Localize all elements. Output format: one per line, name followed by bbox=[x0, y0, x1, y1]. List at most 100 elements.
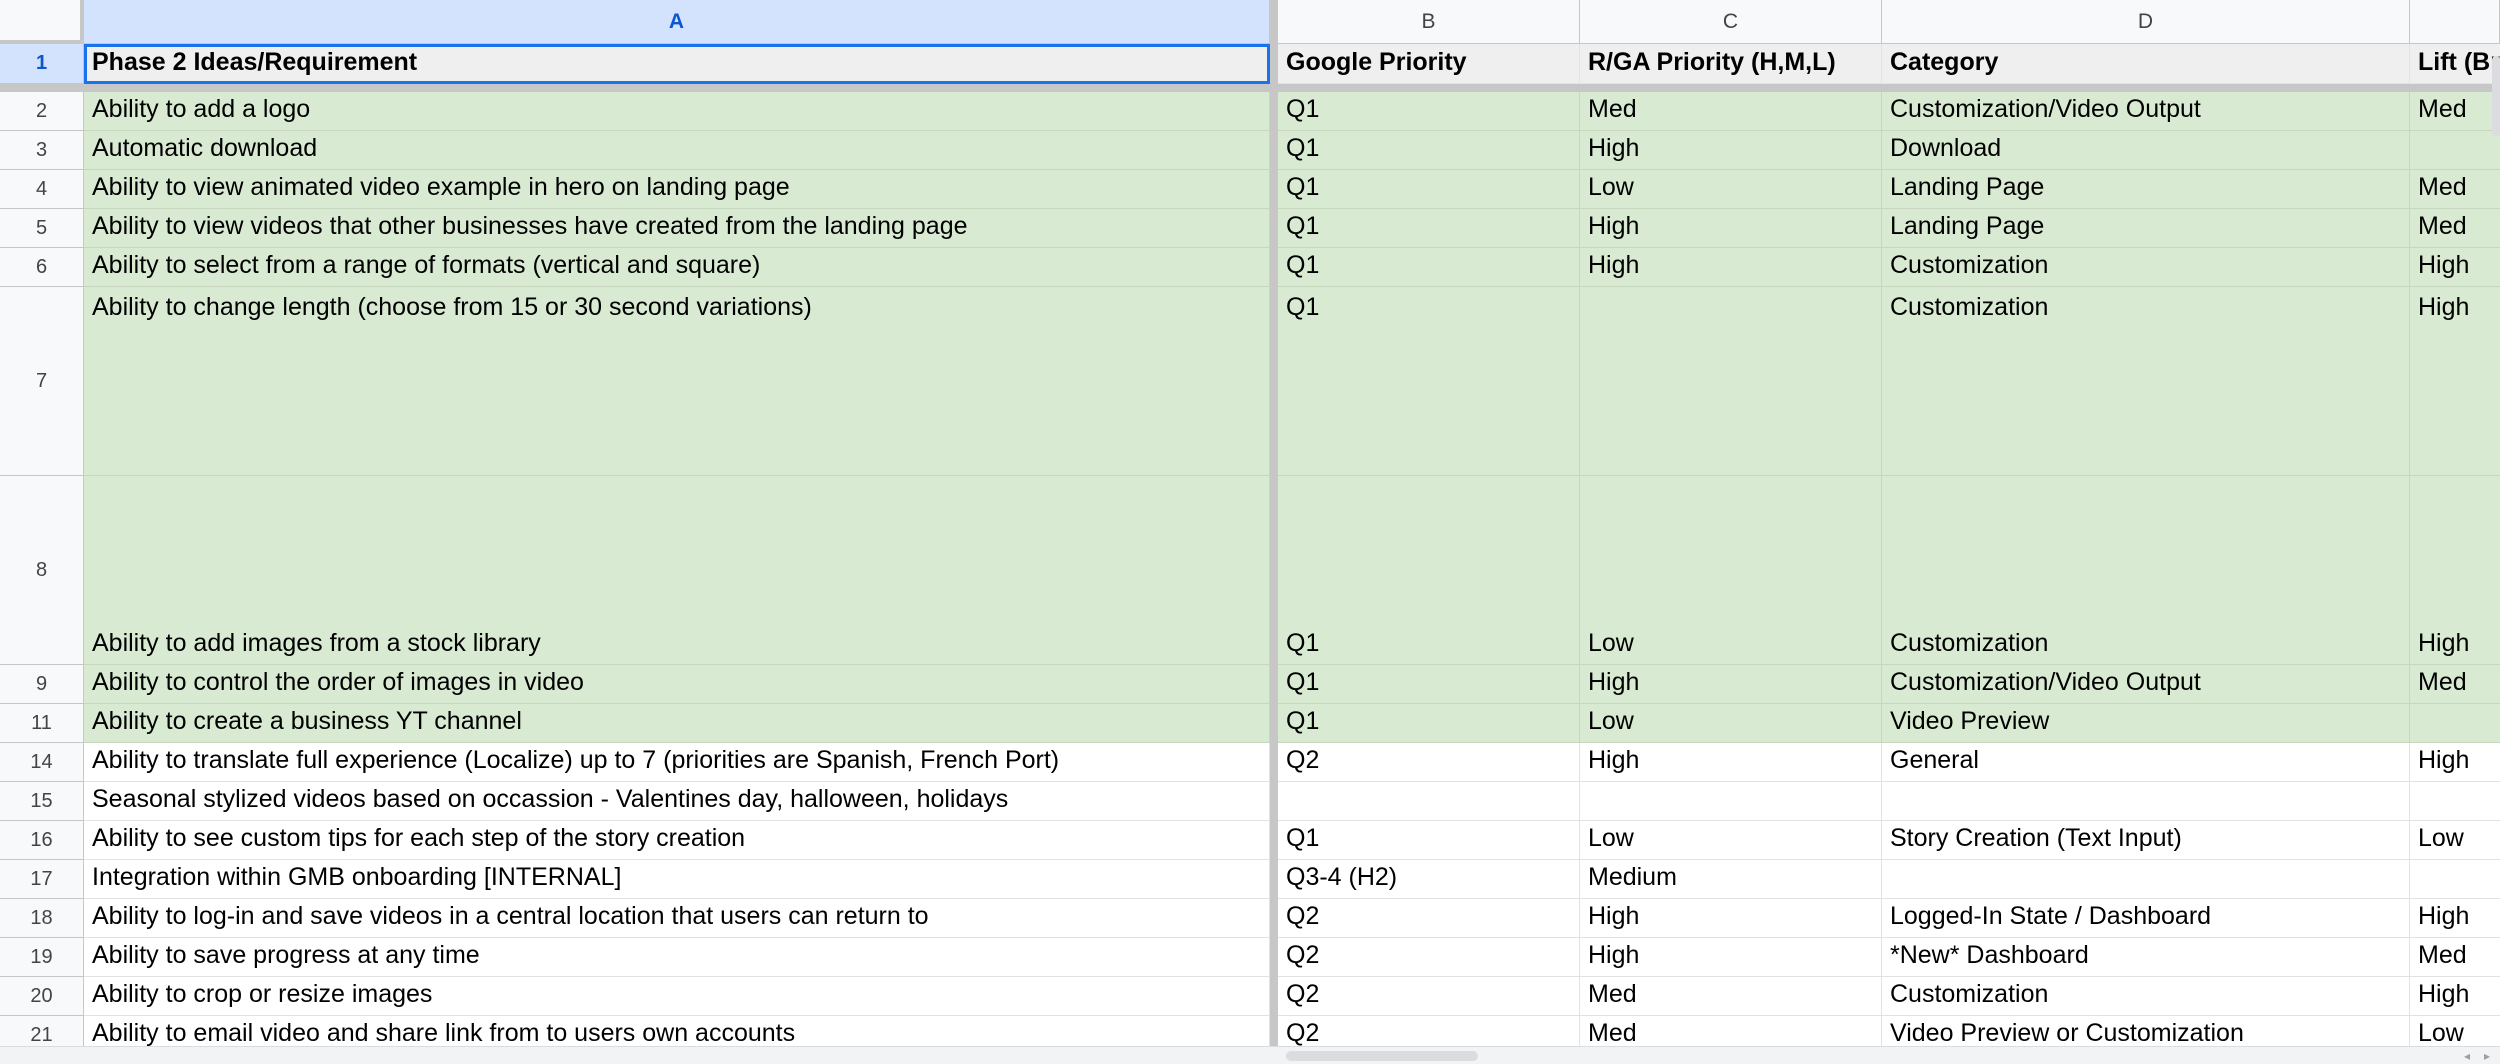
cell-category[interactable]: Customization/Video Output bbox=[1882, 92, 2410, 131]
cell-requirement[interactable]: Automatic download bbox=[84, 131, 1270, 170]
row-header-19[interactable]: 19 bbox=[0, 938, 84, 977]
cell-google-priority[interactable]: Q1 bbox=[1278, 170, 1580, 209]
cell-requirement[interactable]: Ability to select from a range of format… bbox=[84, 248, 1270, 287]
cell-category[interactable]: Customization bbox=[1882, 248, 2410, 287]
column-header-b[interactable]: B bbox=[1278, 0, 1580, 44]
cell-google-priority[interactable]: Q1 bbox=[1278, 92, 1580, 131]
row-header-14[interactable]: 14 bbox=[0, 743, 84, 782]
row-header-2[interactable]: 2 bbox=[0, 92, 84, 131]
cell-lift[interactable]: High bbox=[2410, 248, 2500, 287]
cell-lift[interactable] bbox=[2410, 782, 2500, 821]
cell-google-priority[interactable]: Q1 bbox=[1278, 704, 1580, 743]
cell-requirement[interactable]: Seasonal stylized videos based on occass… bbox=[84, 782, 1270, 821]
cell-rga-priority[interactable]: High bbox=[1580, 248, 1882, 287]
cell-google-priority[interactable]: Q1 bbox=[1278, 248, 1580, 287]
cell-category[interactable]: Video Preview bbox=[1882, 704, 2410, 743]
cell-rga-priority[interactable]: Med bbox=[1580, 977, 1882, 1016]
cell-google-priority[interactable]: Q2 bbox=[1278, 938, 1580, 977]
cell-google-priority[interactable]: Q1 bbox=[1278, 665, 1580, 704]
cell-lift[interactable]: Med bbox=[2410, 170, 2500, 209]
row-header-11[interactable]: 11 bbox=[0, 704, 84, 743]
row-header-5[interactable]: 5 bbox=[0, 209, 84, 248]
cell-google-priority[interactable]: Q1 bbox=[1278, 287, 1580, 476]
column-header-e[interactable] bbox=[2410, 0, 2500, 44]
cell-rga-priority[interactable]: High bbox=[1580, 899, 1882, 938]
horizontal-scrollbar[interactable]: ◂ ▸ bbox=[0, 1046, 2500, 1064]
cell-rga-priority[interactable]: High bbox=[1580, 131, 1882, 170]
scroll-right-icon[interactable]: ▸ bbox=[2478, 1047, 2496, 1064]
cell-requirement[interactable]: Ability to save progress at any time bbox=[84, 938, 1270, 977]
cell-rga-priority[interactable] bbox=[1580, 782, 1882, 821]
cell-lift[interactable]: High bbox=[2410, 476, 2500, 665]
cell-category[interactable]: Logged-In State / Dashboard bbox=[1882, 899, 2410, 938]
row-header-20[interactable]: 20 bbox=[0, 977, 84, 1016]
cell-requirement[interactable]: Ability to view videos that other busine… bbox=[84, 209, 1270, 248]
header-cell-rga-priority[interactable]: R/GA Priority (H,M,L) bbox=[1580, 44, 1882, 84]
scroll-left-icon[interactable]: ◂ bbox=[2458, 1047, 2476, 1064]
select-all-corner[interactable] bbox=[0, 0, 84, 44]
cell-google-priority[interactable] bbox=[1278, 782, 1580, 821]
row-header-16[interactable]: 16 bbox=[0, 821, 84, 860]
row-header-4[interactable]: 4 bbox=[0, 170, 84, 209]
cell-lift[interactable] bbox=[2410, 860, 2500, 899]
cell-lift[interactable]: Med bbox=[2410, 209, 2500, 248]
cell-category[interactable]: Download bbox=[1882, 131, 2410, 170]
cell-requirement[interactable]: Ability to log-in and save videos in a c… bbox=[84, 899, 1270, 938]
row-header-1[interactable]: 1 bbox=[0, 44, 84, 84]
cell-category[interactable]: Customization bbox=[1882, 977, 2410, 1016]
cell-rga-priority[interactable]: High bbox=[1580, 665, 1882, 704]
cell-lift[interactable] bbox=[2410, 704, 2500, 743]
row-header-17[interactable]: 17 bbox=[0, 860, 84, 899]
row-header-15[interactable]: 15 bbox=[0, 782, 84, 821]
cell-requirement[interactable]: Ability to change length (choose from 15… bbox=[84, 287, 1270, 476]
cell-google-priority[interactable]: Q1 bbox=[1278, 821, 1580, 860]
cell-lift[interactable]: High bbox=[2410, 899, 2500, 938]
cell-google-priority[interactable]: Q1 bbox=[1278, 476, 1580, 665]
row-header-9[interactable]: 9 bbox=[0, 665, 84, 704]
cell-rga-priority[interactable]: Medium bbox=[1580, 860, 1882, 899]
cell-google-priority[interactable]: Q3-4 (H2) bbox=[1278, 860, 1580, 899]
cell-category[interactable] bbox=[1882, 782, 2410, 821]
cell-lift[interactable] bbox=[2410, 131, 2500, 170]
cell-google-priority[interactable]: Q2 bbox=[1278, 977, 1580, 1016]
cell-category[interactable]: Customization bbox=[1882, 287, 2410, 476]
cell-category[interactable]: Customization bbox=[1882, 476, 2410, 665]
cell-google-priority[interactable]: Q1 bbox=[1278, 209, 1580, 248]
cell-category[interactable]: Landing Page bbox=[1882, 209, 2410, 248]
row-header-8[interactable]: 8 bbox=[0, 476, 84, 665]
cell-rga-priority[interactable]: Low bbox=[1580, 821, 1882, 860]
cell-requirement[interactable]: Ability to see custom tips for each step… bbox=[84, 821, 1270, 860]
frozen-row-divider[interactable] bbox=[0, 84, 2500, 92]
cell-category[interactable] bbox=[1882, 860, 2410, 899]
cell-rga-priority[interactable]: High bbox=[1580, 938, 1882, 977]
cell-rga-priority[interactable]: Low bbox=[1580, 704, 1882, 743]
column-header-a[interactable]: A bbox=[84, 0, 1270, 44]
cell-requirement[interactable]: Integration within GMB onboarding [INTER… bbox=[84, 860, 1270, 899]
cell-lift[interactable]: Med bbox=[2410, 938, 2500, 977]
cell-requirement[interactable]: Ability to add images from a stock libra… bbox=[84, 476, 1270, 665]
horizontal-scrollbar-thumb[interactable] bbox=[1286, 1051, 1478, 1061]
frozen-column-divider[interactable] bbox=[1270, 0, 1278, 1046]
row-header-6[interactable]: 6 bbox=[0, 248, 84, 287]
cell-rga-priority[interactable] bbox=[1580, 287, 1882, 476]
cell-google-priority[interactable]: Q1 bbox=[1278, 131, 1580, 170]
spreadsheet-grid[interactable]: A B C D 1 Phase 2 Ideas/Requirement Goog… bbox=[0, 0, 2500, 1064]
cell-lift[interactable]: Med bbox=[2410, 665, 2500, 704]
cell-google-priority[interactable]: Q2 bbox=[1278, 899, 1580, 938]
cell-lift[interactable]: Low bbox=[2410, 821, 2500, 860]
cell-requirement[interactable]: Ability to add a logo bbox=[84, 92, 1270, 131]
cell-lift[interactable]: Med bbox=[2410, 92, 2500, 131]
cell-category[interactable]: Story Creation (Text Input) bbox=[1882, 821, 2410, 860]
cell-rga-priority[interactable]: High bbox=[1580, 209, 1882, 248]
cell-category[interactable]: General bbox=[1882, 743, 2410, 782]
vertical-scrollbar-thumb[interactable] bbox=[2492, 56, 2500, 136]
row-header-3[interactable]: 3 bbox=[0, 131, 84, 170]
cell-lift[interactable]: High bbox=[2410, 743, 2500, 782]
cell-lift[interactable]: High bbox=[2410, 977, 2500, 1016]
header-cell-lift[interactable]: Lift (Br bbox=[2410, 44, 2500, 84]
cell-google-priority[interactable]: Q2 bbox=[1278, 743, 1580, 782]
cell-category[interactable]: Landing Page bbox=[1882, 170, 2410, 209]
cell-requirement[interactable]: Ability to crop or resize images bbox=[84, 977, 1270, 1016]
cell-category[interactable]: Customization/Video Output bbox=[1882, 665, 2410, 704]
header-cell-category[interactable]: Category bbox=[1882, 44, 2410, 84]
